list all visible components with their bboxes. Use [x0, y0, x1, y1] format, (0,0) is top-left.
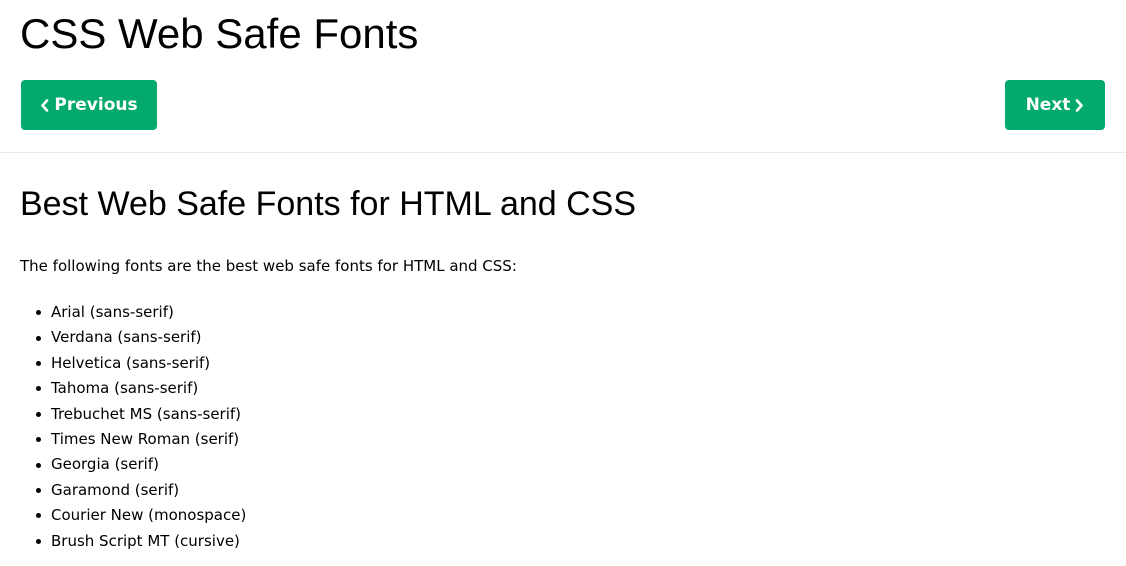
bullet-icon [36, 487, 41, 493]
list-item: Trebuchet MS (sans-serif) [36, 402, 246, 427]
list-item: Helvetica (sans-serif) [36, 351, 246, 376]
list-item-label: Times New Roman (serif) [51, 429, 240, 448]
next-button[interactable]: Next [1005, 80, 1105, 130]
list-item: Brush Script MT (cursive) [36, 529, 246, 554]
bullet-icon [36, 538, 41, 544]
bullet-icon [36, 437, 41, 443]
list-item-label: Georgia (serif) [51, 455, 159, 474]
bullet-icon [36, 386, 41, 392]
previous-button-label: Previous [54, 95, 138, 115]
bullet-icon [36, 360, 41, 366]
bullet-icon [36, 411, 41, 417]
list-item-label: Garamond (serif) [51, 480, 180, 499]
intro-text: The following fonts are the best web saf… [20, 257, 517, 275]
chevron-left-icon [40, 98, 49, 112]
list-item: Georgia (serif) [36, 452, 246, 477]
bullet-icon [36, 513, 41, 519]
list-item-label: Courier New (monospace) [51, 506, 247, 525]
bullet-icon [36, 310, 41, 316]
list-item: Courier New (monospace) [36, 503, 246, 528]
list-item-label: Brush Script MT (cursive) [51, 531, 240, 550]
list-item-label: Tahoma (sans-serif) [51, 379, 199, 398]
page-title: CSS Web Safe Fonts [20, 10, 419, 57]
list-item: Times New Roman (serif) [36, 427, 246, 452]
list-item: Verdana (sans-serif) [36, 325, 246, 350]
bullet-icon [36, 335, 41, 341]
list-item-label: Verdana (sans-serif) [51, 328, 202, 347]
divider [0, 152, 1126, 153]
list-item-label: Helvetica (sans-serif) [51, 353, 211, 372]
list-item: Tahoma (sans-serif) [36, 376, 246, 401]
bullet-icon [36, 462, 41, 468]
list-item: Garamond (serif) [36, 478, 246, 503]
next-button-label: Next [1025, 95, 1071, 115]
list-item-label: Trebuchet MS (sans-serif) [51, 404, 242, 423]
list-item-label: Arial (sans-serif) [51, 303, 174, 321]
previous-button[interactable]: Previous [21, 80, 157, 130]
list-item: Arial (sans-serif) [36, 300, 246, 325]
section-heading: Best Web Safe Fonts for HTML and CSS [20, 185, 637, 223]
font-list: Arial (sans-serif) Verdana (sans-serif) … [36, 300, 246, 554]
chevron-right-icon [1075, 98, 1084, 112]
